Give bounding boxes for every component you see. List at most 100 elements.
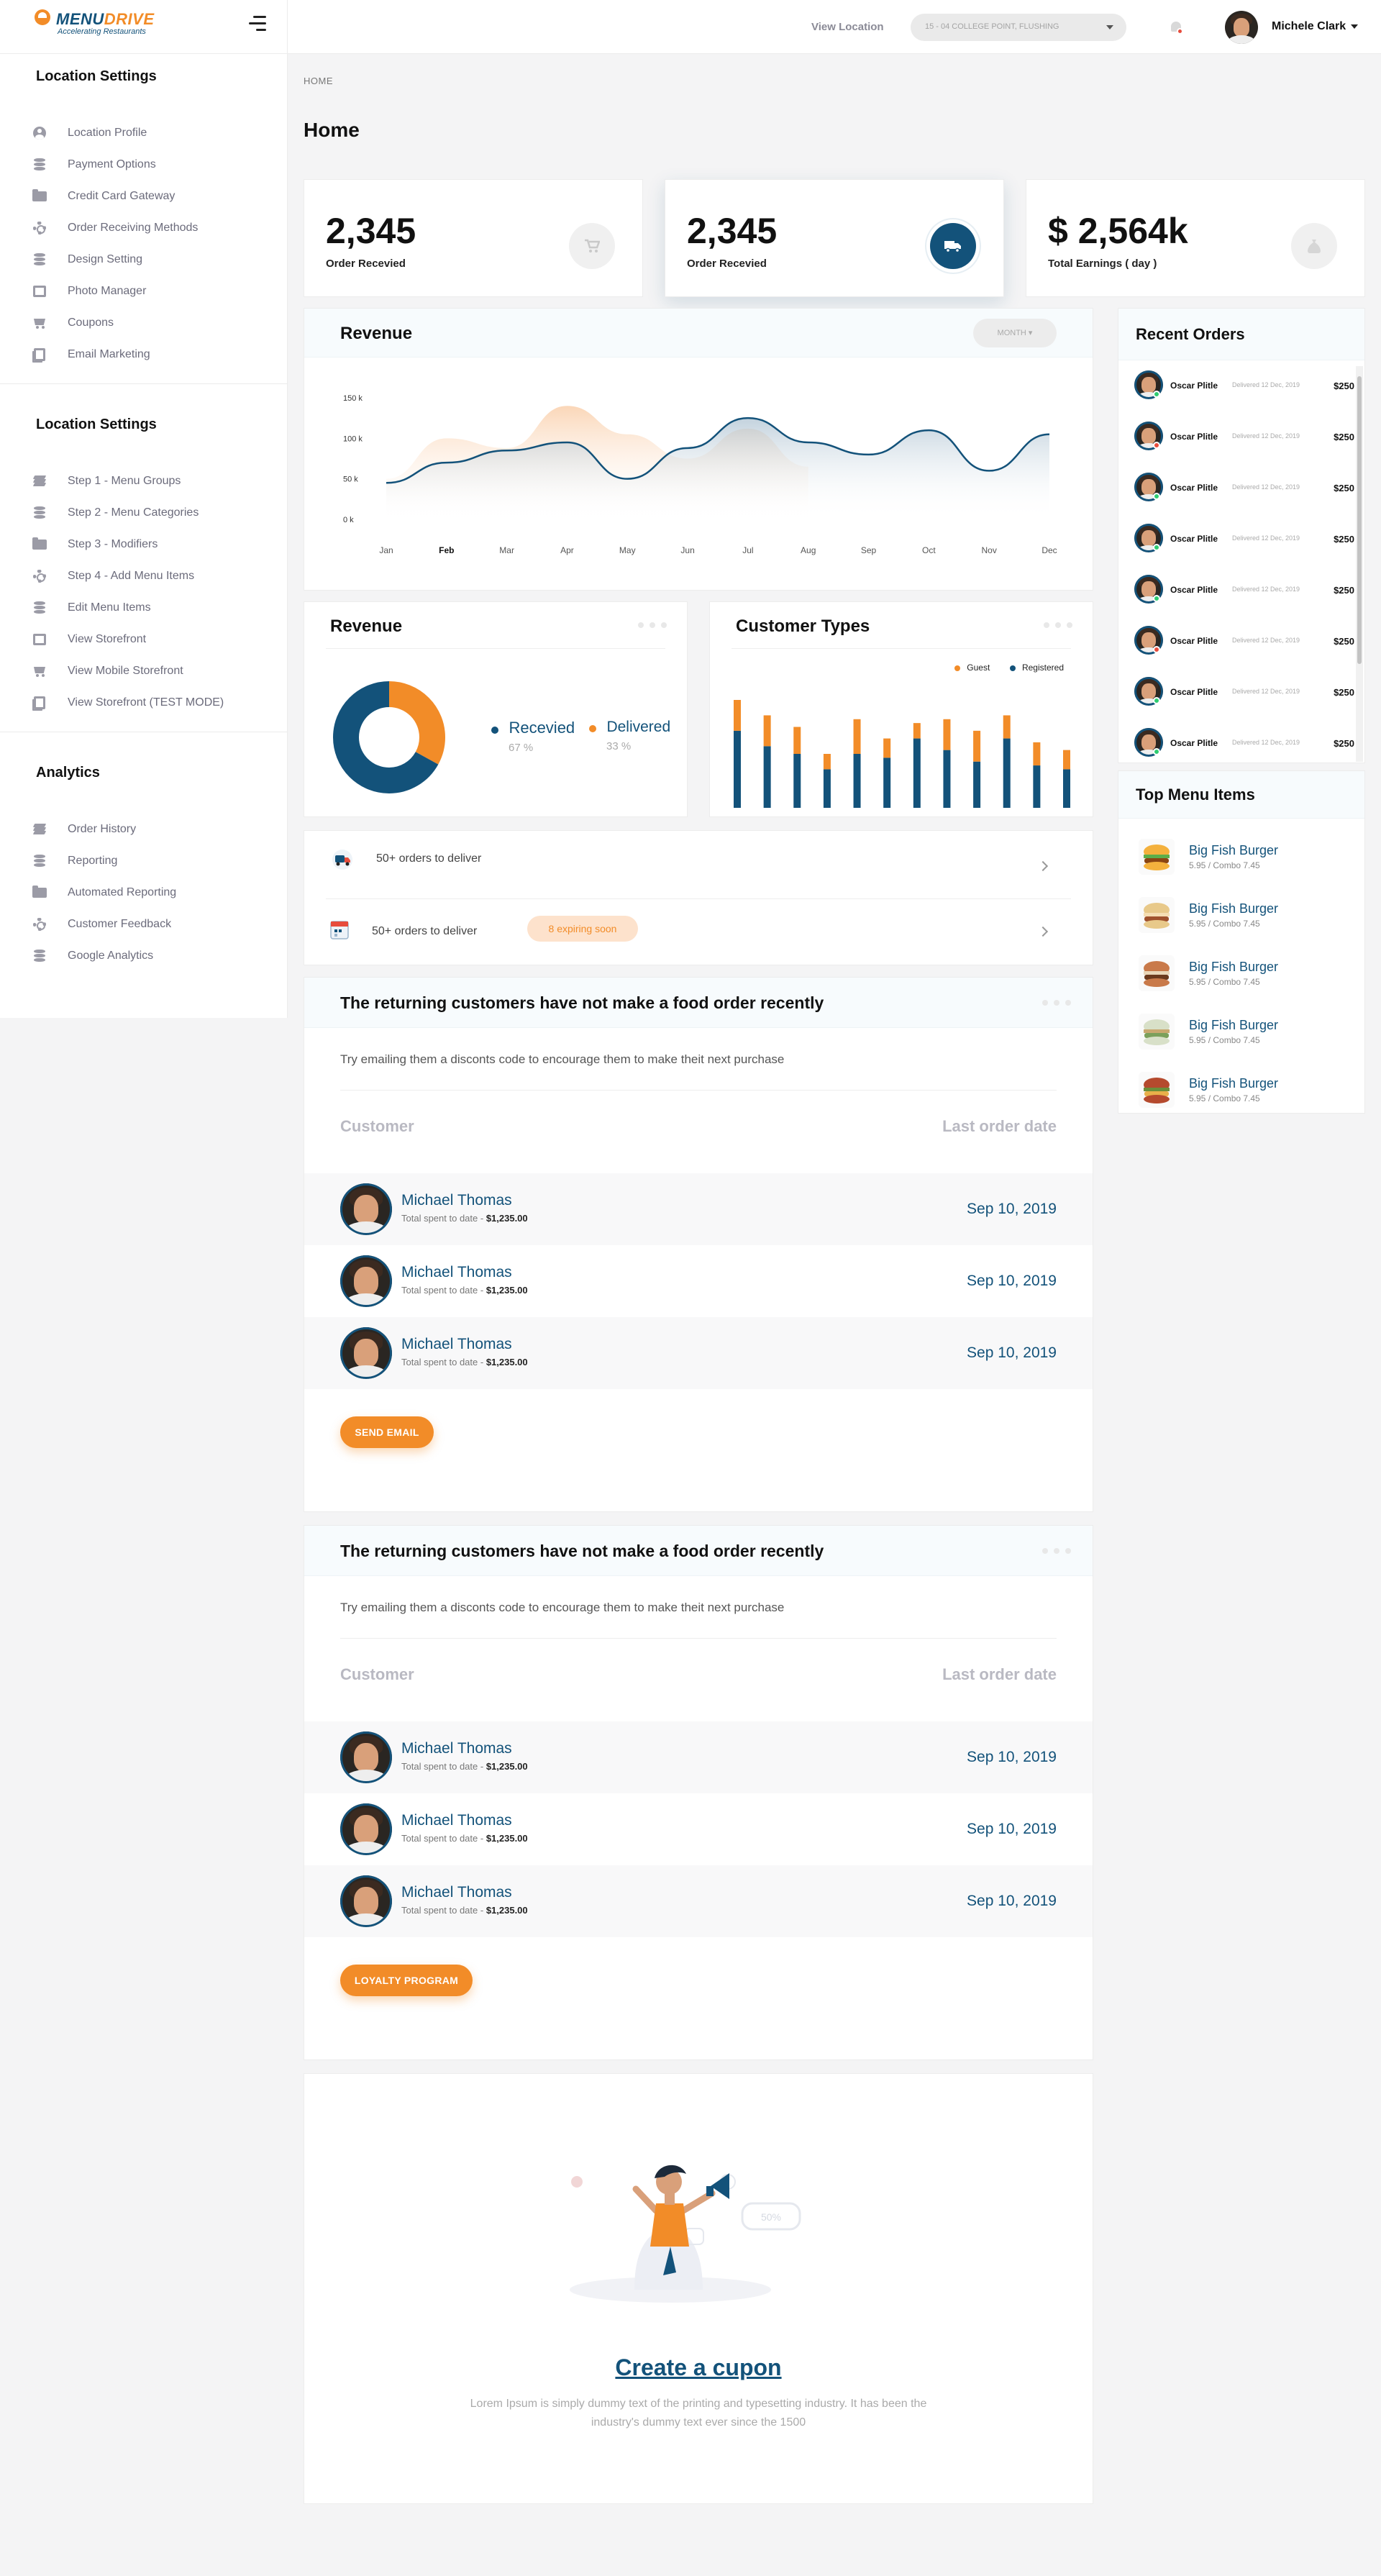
more-dots-icon[interactable]	[1042, 1000, 1071, 1006]
sidebar-item-view-storefront[interactable]: View Storefront	[32, 630, 269, 649]
recent-orders-card: Recent Orders Oscar Plitle Delivered 12 D…	[1118, 308, 1365, 763]
breadcrumb[interactable]: HOME	[304, 76, 333, 86]
bar-guest	[973, 730, 981, 762]
last-order-date: Sep 10, 2019	[967, 1893, 1057, 1909]
menu-item-name[interactable]: Big Fish Burger	[1189, 1018, 1278, 1033]
recent-order-row[interactable]: Oscar Plitle Delivered 12 Dec, 2019 $250	[1134, 411, 1354, 463]
brand-logo[interactable]: MENUDRIVE	[56, 10, 155, 29]
x-tick-label: Mar	[499, 545, 514, 555]
more-dots-icon[interactable]	[1044, 622, 1072, 628]
recent-order-row[interactable]: Oscar Plitle Delivered 12 Dec, 2019 $250	[1134, 514, 1354, 565]
customer-name[interactable]: Michael Thomas	[401, 1264, 512, 1281]
sidebar-item-step-3-modifiers[interactable]: Step 3 - Modifiers	[32, 535, 269, 554]
create-coupon-link[interactable]: Create a cupon	[304, 2354, 1093, 2381]
sidebar-item-label: Google Analytics	[68, 950, 154, 962]
sidebar-item-step-1-menu-groups[interactable]: Step 1 - Menu Groups	[32, 472, 269, 491]
customer-name[interactable]: Michael Thomas	[401, 1740, 512, 1757]
customer-avatar	[340, 1255, 392, 1307]
customer-avatar	[340, 1731, 392, 1783]
bar-guest	[883, 738, 891, 758]
table-row[interactable]: Michael Thomas Total spent to date - $1,2…	[304, 1865, 1093, 1937]
table-row[interactable]: Michael Thomas Total spent to date - $1,2…	[304, 1721, 1093, 1793]
menu-item-name[interactable]: Big Fish Burger	[1189, 960, 1278, 975]
delivery-row[interactable]: 50+ orders to deliver 8 expiring soon	[304, 899, 1093, 966]
recent-order-row[interactable]: Oscar Plitle Delivered 12 Dec, 2019 $250	[1134, 565, 1354, 616]
order-date: Delivered 12 Dec, 2019	[1232, 739, 1300, 746]
customer-name[interactable]: Michael Thomas	[401, 1192, 512, 1209]
bar-guest	[943, 719, 951, 750]
menu-toggle-icon[interactable]	[249, 16, 266, 32]
table-row[interactable]: Michael Thomas Total spent to date - $1,2…	[304, 1173, 1093, 1245]
sidebar-item-customer-feedback[interactable]: Customer Feedback	[32, 915, 269, 934]
menu-item-row[interactable]: Big Fish Burger 5.95 / Combo 7.45	[1139, 1011, 1369, 1054]
food-image	[1139, 897, 1175, 933]
notification-bell-icon[interactable]	[1168, 19, 1184, 37]
bar-registered	[734, 730, 741, 808]
recent-order-row[interactable]: Oscar Plitle Delivered 12 Dec, 2019 $250	[1134, 463, 1354, 514]
top-menu-card: Top Menu Items Big Fish Burger 5.95 / Com…	[1118, 770, 1365, 1114]
recent-order-row[interactable]: Oscar Plitle Delivered 12 Dec, 2019 $250	[1134, 667, 1354, 718]
send-email-button[interactable]: SEND EMAIL	[340, 1416, 434, 1448]
sidebar-item-step-2-menu-categories[interactable]: Step 2 - Menu Categories	[32, 504, 269, 522]
sidebar-item-google-analytics[interactable]: Google Analytics	[32, 947, 269, 965]
loyalty-program-button[interactable]: LOYALTY PROGRAM	[340, 1965, 473, 1996]
sidebar-item-payment-options[interactable]: Payment Options	[32, 155, 269, 174]
gear-icon	[32, 917, 47, 932]
menu-item-name[interactable]: Big Fish Burger	[1189, 1076, 1278, 1091]
menu-item-row[interactable]: Big Fish Burger 5.95 / Combo 7.45	[1139, 1069, 1369, 1112]
sidebar-item-order-history[interactable]: Order History	[32, 820, 269, 839]
delivery-row[interactable]: 50+ orders to deliver	[304, 831, 1093, 898]
recent-order-row[interactable]: Oscar Plitle Delivered 12 Dec, 2019 $250	[1134, 718, 1354, 769]
table-row[interactable]: Michael Thomas Total spent to date - $1,2…	[304, 1317, 1093, 1389]
menu-item-row[interactable]: Big Fish Burger 5.95 / Combo 7.45	[1139, 836, 1369, 879]
sidebar-item-order-receiving-methods[interactable]: Order Receiving Methods	[32, 219, 269, 237]
x-tick-label: Oct	[922, 545, 936, 555]
user-avatar[interactable]	[1225, 11, 1258, 44]
card-header: Recent Orders	[1118, 309, 1364, 360]
sidebar-item-step-4-add-menu-items[interactable]: Step 4 - Add Menu Items	[32, 567, 269, 586]
layers-icon	[32, 822, 47, 837]
user-name[interactable]: Michele Clark	[1272, 20, 1346, 33]
more-dots-icon[interactable]	[1042, 1548, 1071, 1554]
table-row[interactable]: Michael Thomas Total spent to date - $1,2…	[304, 1793, 1093, 1865]
customer-name[interactable]: Michael Thomas	[401, 1812, 512, 1829]
sidebar-item-label: Reporting	[68, 855, 118, 867]
more-dots-icon[interactable]	[638, 622, 667, 628]
divider	[340, 1090, 1057, 1091]
sidebar-item-automated-reporting[interactable]: Automated Reporting	[32, 883, 269, 902]
sidebar-item-coupons[interactable]: Coupons	[32, 314, 269, 332]
period-dropdown[interactable]: MONTH ▾	[973, 319, 1057, 347]
sidebar-item-design-setting[interactable]: Design Setting	[32, 250, 269, 269]
customer-name[interactable]: Michael Thomas	[401, 1336, 512, 1353]
sidebar-item-location-profile[interactable]: Location Profile	[32, 124, 269, 142]
chevron-right-icon[interactable]	[1037, 860, 1049, 872]
menu-item-row[interactable]: Big Fish Burger 5.95 / Combo 7.45	[1139, 894, 1369, 937]
last-order-date: Sep 10, 2019	[967, 1201, 1057, 1217]
sidebar-item-reporting[interactable]: Reporting	[32, 852, 269, 870]
last-order-date: Sep 10, 2019	[967, 1344, 1057, 1361]
user-menu-caret-icon[interactable]	[1351, 24, 1358, 29]
menu-item-name[interactable]: Big Fish Burger	[1189, 843, 1278, 858]
x-tick-label: Jan	[379, 545, 393, 555]
bar-registered	[1033, 765, 1041, 808]
chevron-right-icon[interactable]	[1037, 926, 1049, 937]
sidebar-item-photo-manager[interactable]: Photo Manager	[32, 282, 269, 301]
location-select[interactable]: 15 - 04 COLLEGE POINT, FLUSHING	[911, 14, 1126, 41]
spent-amount: $1,235.00	[486, 1213, 528, 1224]
sidebar-item-email-marketing[interactable]: Email Marketing	[32, 345, 269, 364]
sidebar-item-edit-menu-items[interactable]: Edit Menu Items	[32, 599, 269, 617]
recent-order-row[interactable]: Oscar Plitle Delivered 12 Dec, 2019 $250	[1134, 616, 1354, 667]
customer-types-card: Customer Types Guest Registered	[709, 601, 1093, 817]
table-row[interactable]: Michael Thomas Total spent to date - $1,2…	[304, 1245, 1093, 1317]
menu-item-row[interactable]: Big Fish Burger 5.95 / Combo 7.45	[1139, 952, 1369, 996]
recent-orders-scrollbar[interactable]	[1356, 366, 1363, 762]
legend-dot	[491, 726, 498, 734]
sidebar-item-credit-card-gateway[interactable]: Credit Card Gateway	[32, 187, 269, 206]
customer-name[interactable]: Michael Thomas	[401, 1884, 512, 1901]
status-dot	[1153, 391, 1160, 398]
sidebar-item-view-storefront-test-mode[interactable]: View Storefront (TEST MODE)	[32, 693, 269, 712]
menu-item-name[interactable]: Big Fish Burger	[1189, 901, 1278, 916]
recent-order-row[interactable]: Oscar Plitle Delivered 12 Dec, 2019 $250	[1134, 360, 1354, 411]
sidebar-item-view-mobile-storefront[interactable]: View Mobile Storefront	[32, 662, 269, 681]
scrollbar-thumb[interactable]	[1357, 376, 1362, 664]
